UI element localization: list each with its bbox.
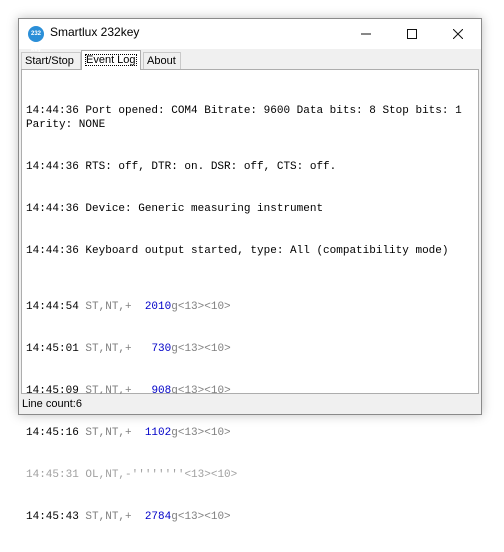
reading-value: 730 [151,343,172,355]
reading-line-overload: 14:45:31 OL,NT,-''''''''<13><10> [26,468,474,482]
reading-prefix: ST,NT,+ [78,427,145,439]
reading-unit: g [171,301,178,313]
maximize-icon [407,29,417,39]
reading-suffix: <13><10> [177,301,231,313]
reading-prefix: ST,NT,+ [78,343,152,355]
reading-suffix: <13><10> [177,427,231,439]
reading-line: 14:45:01 ST,NT,+ 730g<13><10> [26,342,474,356]
event-log-panel[interactable]: 14:44:36 Port opened: COM4 Bitrate: 9600… [21,69,479,523]
reading-value: 1102 [144,427,172,439]
reading-unit: g [171,427,178,439]
app-logo-icon: 232 key [28,26,44,53]
tab-label: Start/Stop [25,55,74,67]
tab-label: About [147,55,176,67]
log-line: 14:44:36 Device: Generic measuring instr… [26,203,324,215]
reading-prefix: OL,NT,- [78,469,132,481]
log-line: 14:44:36 RTS: off, DTR: on. DSR: off, CT… [26,161,337,173]
reading-value: 2784 [144,511,172,523]
reading-suffix: <13><10> [184,469,238,481]
reading-unit: g [171,511,178,523]
reading-line: 14:44:54 ST,NT,+ 2010g<13><10> [26,300,474,314]
reading-value: '''''''' [131,469,185,481]
reading-line: 14:45:43 ST,NT,+ 2784g<13><10> [26,510,474,524]
close-icon [453,29,463,39]
reading-time: 14:45:01 [26,343,79,355]
reading-time: 14:45:31 [26,469,79,481]
reading-line: 14:45:16 ST,NT,+ 1102g<13><10> [26,426,474,440]
maximize-button[interactable] [389,19,435,49]
tab-bar: Start/Stop Event Log About [21,50,479,70]
status-bar: Line count:6 [19,394,481,414]
reading-value: 2010 [144,301,172,313]
reading-time: 14:45:43 [26,511,79,523]
app-window: 232 key Smartlux 232key Start/Stop Event… [18,18,482,523]
log-line: 14:44:36 Port opened: COM4 Bitrate: 9600… [26,105,469,131]
tab-label: Event Log [85,54,137,66]
tab-event-log[interactable]: Event Log [81,50,141,70]
log-line: 14:44:36 Keyboard output started, type: … [26,245,449,257]
close-button[interactable] [435,19,481,49]
event-log-text[interactable]: 14:44:36 Port opened: COM4 Bitrate: 9600… [26,76,474,552]
reading-prefix: ST,NT,+ [78,511,145,523]
reading-prefix: ST,NT,+ [78,301,145,313]
reading-suffix: <13><10> [177,511,231,523]
tab-start-stop[interactable]: Start/Stop [21,52,81,69]
reading-suffix: <13><10> [177,343,231,355]
minimize-icon [361,33,371,35]
reading-unit: g [171,343,178,355]
minimize-button[interactable] [343,19,389,49]
line-count-label: Line count:6 [22,398,82,410]
reading-time: 14:45:16 [26,427,79,439]
tab-about[interactable]: About [143,52,181,69]
window-title: Smartlux 232key [50,25,140,39]
title-bar[interactable]: 232 key Smartlux 232key [19,19,481,53]
reading-time: 14:44:54 [26,301,79,313]
